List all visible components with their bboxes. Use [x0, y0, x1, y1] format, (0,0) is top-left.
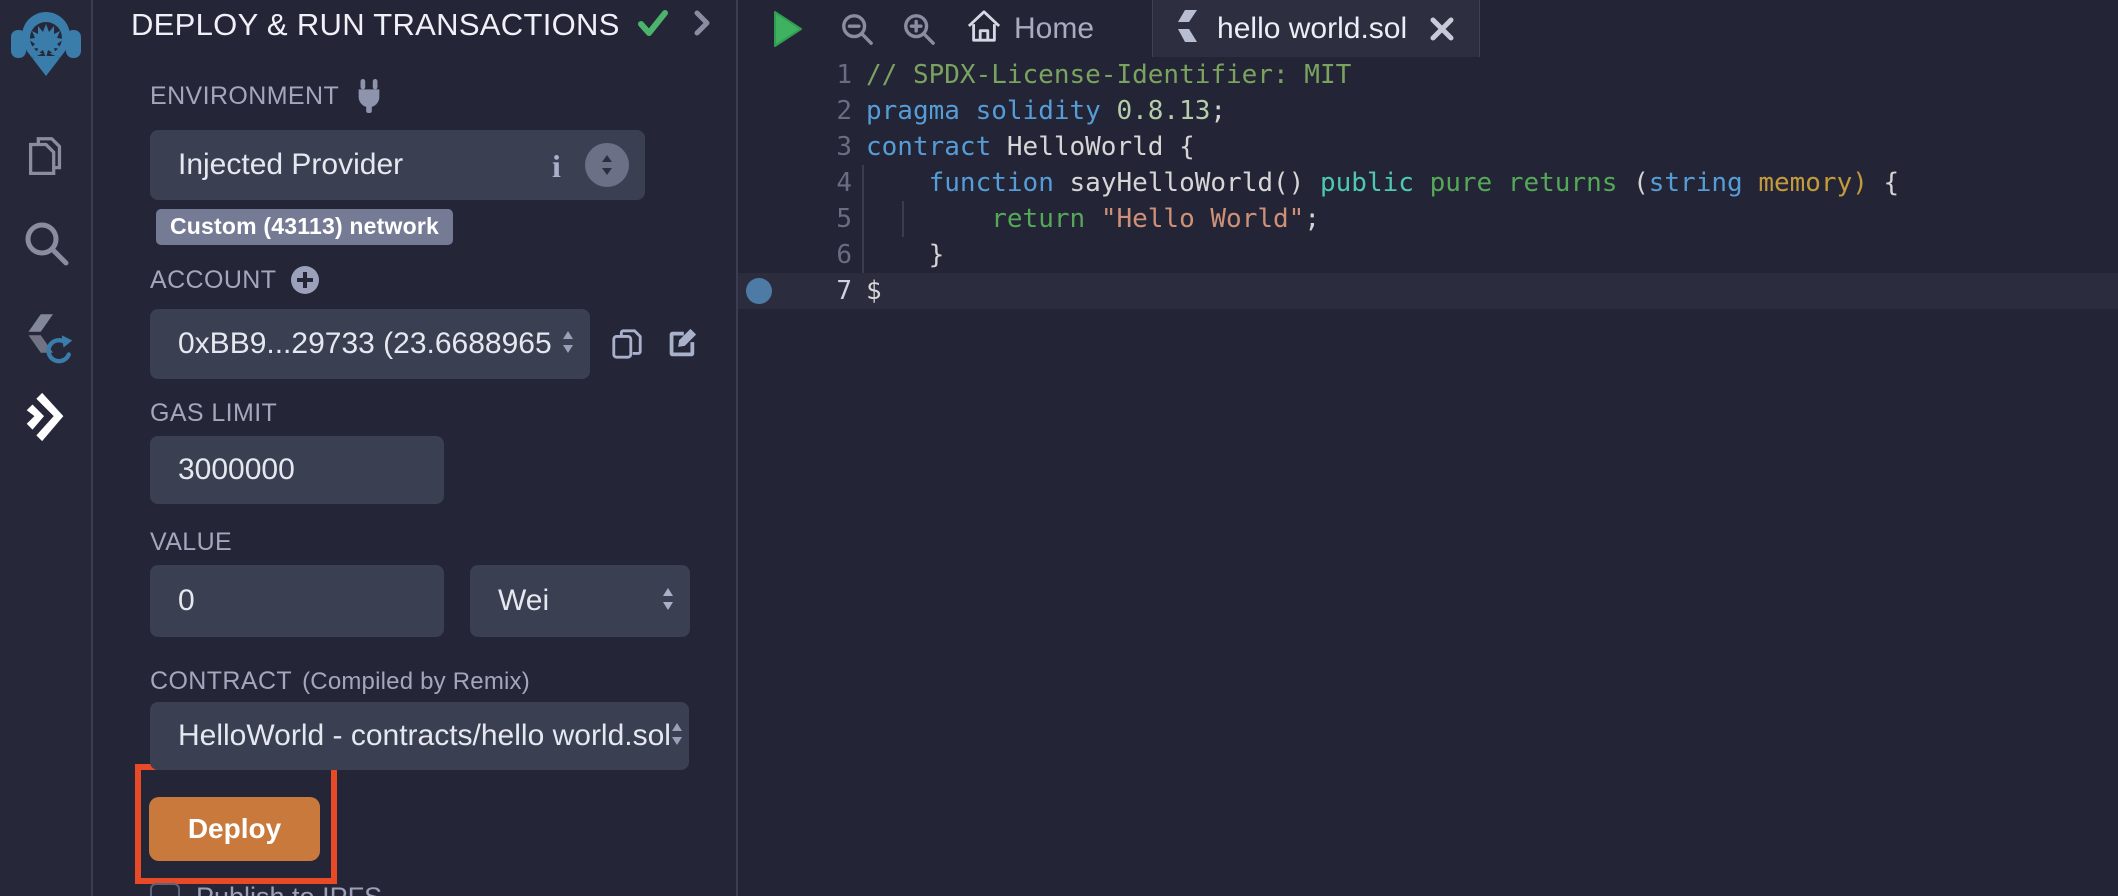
code-editor[interactable]: 1 // SPDX-License-Identifier: MIT 2 pragma …	[738, 57, 2118, 896]
code-line-5: 5 return "Hello World";	[738, 201, 2118, 237]
account-row: 0xBB9...29733 (23.6688965	[150, 309, 736, 379]
success-check-icon	[636, 6, 670, 45]
network-badge: Custom (43113) network	[156, 209, 453, 245]
account-value: 0xBB9...29733 (23.6688965	[178, 327, 552, 361]
value-unit-select[interactable]: Wei	[470, 565, 690, 637]
breakpoint-dot[interactable]	[746, 278, 772, 304]
glyph-margin[interactable]	[738, 93, 774, 129]
solidity-compiler-icon[interactable]	[18, 304, 74, 370]
line-number[interactable]: 3	[774, 132, 852, 162]
account-label: ACCOUNT	[150, 268, 276, 293]
contract-label-row: CONTRACT (Compiled by Remix)	[150, 669, 736, 694]
environment-label-row: ENVIRONMENT	[150, 78, 736, 114]
gas-limit-input[interactable]: 3000000	[150, 436, 444, 504]
deploy-run-icon[interactable]	[18, 390, 74, 446]
tab-home-label: Home	[1014, 12, 1094, 46]
search-icon[interactable]	[18, 216, 74, 270]
code-text: pragma solidity 0.8.13;	[866, 96, 1226, 126]
value-row: 0 Wei	[150, 565, 736, 637]
glyph-margin[interactable]	[738, 165, 774, 201]
code-line-3: 3 contract HelloWorld {	[738, 129, 2118, 165]
copy-account-icon[interactable]	[610, 327, 644, 361]
code-line-7: 7$	[738, 273, 2118, 309]
line-number[interactable]: 2	[774, 96, 852, 126]
account-select[interactable]: 0xBB9...29733 (23.6688965	[150, 309, 590, 379]
code-text: $	[866, 276, 882, 306]
glyph-margin[interactable]	[738, 237, 774, 273]
editor-tabbar: Home hello world.sol	[738, 0, 2118, 57]
contract-updown-icon	[671, 719, 683, 753]
contract-sublabel: (Compiled by Remix)	[302, 669, 530, 694]
publish-ipfs-checkbox[interactable]	[150, 883, 180, 896]
line-number[interactable]: 5	[774, 204, 852, 234]
account-label-row: ACCOUNT	[150, 265, 736, 295]
code-line-6: 6 }	[738, 237, 2118, 273]
line-number[interactable]: 1	[774, 60, 852, 90]
breakpoint-margin[interactable]	[738, 273, 774, 309]
value-unit: Wei	[498, 584, 549, 618]
value-amount: 0	[178, 584, 195, 618]
environment-label: ENVIRONMENT	[150, 84, 339, 109]
edit-account-icon[interactable]	[664, 327, 698, 361]
gas-limit-value: 3000000	[178, 453, 295, 487]
line-number[interactable]: 6	[774, 240, 852, 270]
line-number[interactable]: 7	[774, 276, 852, 306]
tab-home[interactable]: Home	[966, 9, 1094, 48]
contract-label: CONTRACT	[150, 669, 292, 694]
glyph-margin[interactable]	[738, 201, 774, 237]
tab-hello-world-sol[interactable]: hello world.sol	[1152, 0, 1480, 57]
code-text: }	[866, 240, 944, 270]
code-text: contract HelloWorld {	[866, 132, 1195, 162]
line-number[interactable]: 4	[774, 168, 852, 198]
remix-ide: DEPLOY & RUN TRANSACTIONS ENVIRONMENT	[0, 0, 2118, 896]
code-line-2: 2 pragma solidity 0.8.13;	[738, 93, 2118, 129]
gas-limit-label: GAS LIMIT	[150, 401, 736, 426]
run-script-icon[interactable]	[772, 10, 804, 48]
contract-select[interactable]: HelloWorld - contracts/hello world.sol	[150, 702, 689, 770]
panel-title: DEPLOY & RUN TRANSACTIONS	[131, 7, 620, 43]
tab-file-label: hello world.sol	[1217, 12, 1407, 46]
collapse-chevron-icon[interactable]	[692, 8, 712, 43]
environment-select[interactable]: Injected Provider	[150, 130, 645, 200]
plug-icon	[353, 78, 385, 114]
code-text: return "Hello World";	[866, 204, 1320, 234]
deploy-button[interactable]: Deploy	[149, 797, 320, 861]
remix-logo[interactable]	[10, 6, 82, 82]
code-line-4: 4 function sayHelloWorld() public pure r…	[738, 165, 2118, 201]
environment-info-icon[interactable]: i	[552, 148, 561, 185]
account-updown-icon	[562, 327, 574, 361]
solidity-file-icon	[1177, 9, 1201, 48]
contract-value: HelloWorld - contracts/hello world.sol	[178, 719, 671, 753]
glyph-margin[interactable]	[738, 129, 774, 165]
code-lines: 1 // SPDX-License-Identifier: MIT 2 pragma …	[738, 57, 2118, 309]
environment-updown-icon[interactable]	[585, 143, 629, 187]
panel-header: DEPLOY & RUN TRANSACTIONS	[93, 0, 736, 50]
add-account-icon[interactable]	[290, 265, 320, 295]
zoom-in-icon[interactable]	[902, 12, 936, 46]
home-icon	[966, 9, 1002, 48]
zoom-out-icon[interactable]	[840, 12, 874, 46]
close-tab-icon[interactable]	[1429, 16, 1455, 42]
publish-ipfs-label: Publish to IPFS	[196, 882, 382, 896]
deploy-run-panel: DEPLOY & RUN TRANSACTIONS ENVIRONMENT	[93, 0, 738, 896]
code-text: // SPDX-License-Identifier: MIT	[866, 60, 1351, 90]
deploy-highlight-box: Deploy	[135, 764, 337, 884]
icon-sidebar	[0, 0, 93, 896]
value-label: VALUE	[150, 530, 736, 555]
glyph-margin[interactable]	[738, 57, 774, 93]
panel-body: ENVIRONMENT Injected Provider i	[93, 78, 736, 896]
publish-ipfs-row: Publish to IPFS	[150, 882, 736, 896]
editor-area: Home hello world.sol 1 // SPDX-License-Id…	[738, 0, 2118, 896]
code-text: function sayHelloWorld() public pure ret…	[866, 168, 1899, 198]
environment-value: Injected Provider	[178, 148, 403, 182]
code-line-1: 1 // SPDX-License-Identifier: MIT	[738, 57, 2118, 93]
value-input[interactable]: 0	[150, 565, 444, 637]
unit-updown-icon	[662, 584, 674, 618]
file-explorer-icon[interactable]	[18, 132, 74, 184]
